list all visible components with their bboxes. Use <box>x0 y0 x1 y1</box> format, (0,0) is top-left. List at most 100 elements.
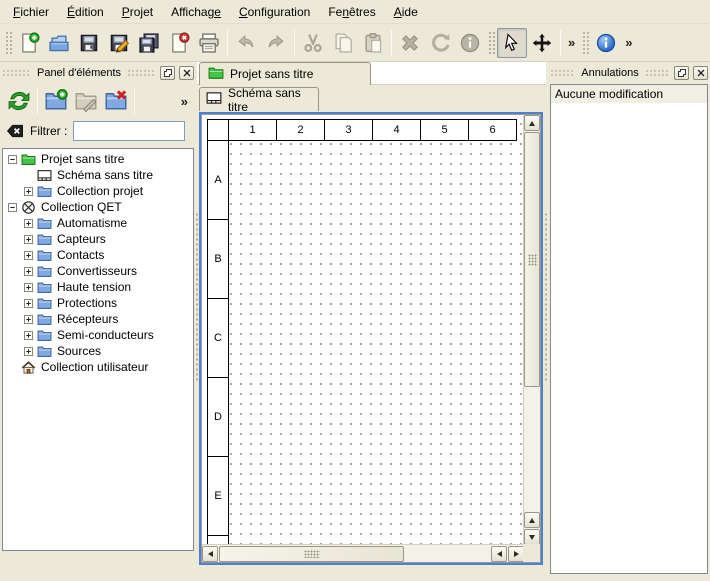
project-folder-icon <box>208 65 224 84</box>
tree-item-recepteurs[interactable]: Récepteurs <box>3 311 193 327</box>
move-button[interactable] <box>527 28 557 58</box>
close-dock-button[interactable] <box>693 66 708 80</box>
cursor-select-button[interactable] <box>497 28 527 58</box>
tree-item-collection-qet[interactable]: Collection QET <box>3 199 193 215</box>
h-scroll-right-button[interactable] <box>508 546 524 562</box>
tree-item-projet-sans-titre[interactable]: Projet sans titre <box>3 151 193 167</box>
tree-expander-plus-icon[interactable] <box>23 218 34 229</box>
info-blue-button[interactable] <box>591 28 621 58</box>
tab-projet-sans-titre[interactable]: Projet sans titre <box>199 62 371 85</box>
h-scroll-left2-button[interactable] <box>491 546 507 562</box>
info-gray-button[interactable] <box>455 28 485 58</box>
tree-expander-plus-icon[interactable] <box>23 330 34 341</box>
reload-button[interactable] <box>4 86 34 116</box>
tree-expander-plus-icon[interactable] <box>23 266 34 277</box>
titlebar-texture <box>127 69 156 77</box>
folder-delete-button[interactable] <box>101 86 131 116</box>
menu-item-affichage[interactable]: Affichage <box>162 2 230 22</box>
tree-item-schema-sans-titre[interactable]: Schéma sans titre <box>3 167 193 183</box>
rotate-button[interactable] <box>425 28 455 58</box>
menu-item-projet[interactable]: Projet <box>113 2 162 22</box>
undo-panel-titlebar[interactable]: Annulations <box>550 64 708 82</box>
toolbar-separator <box>227 30 228 56</box>
tree-item-semi-conducteurs[interactable]: Semi-conducteurs <box>3 327 193 343</box>
copy-button[interactable] <box>328 28 358 58</box>
undo-list-item[interactable]: Aucune modification <box>551 85 707 103</box>
undo-history-list[interactable]: Aucune modification <box>550 84 708 574</box>
toolbar-grip[interactable] <box>487 30 495 56</box>
menu-item-fichier[interactable]: Fichier <box>4 2 58 22</box>
diagram-paper[interactable]: 123456ABCDE <box>202 115 524 545</box>
schema-tab-bar: Schéma sans titre <box>197 85 546 111</box>
cut-button[interactable] <box>298 28 328 58</box>
h-scroll-left-button[interactable] <box>202 546 218 562</box>
undo-icon <box>235 32 257 54</box>
elements-panel-toolbar: » <box>0 82 196 120</box>
tree-item-label: Projet sans titre <box>41 152 124 166</box>
tree-item-automatisme[interactable]: Automatisme <box>3 215 193 231</box>
save-as-button[interactable] <box>104 28 134 58</box>
close-file-button[interactable] <box>164 28 194 58</box>
new-document-button[interactable] <box>14 28 44 58</box>
v-scroll-down-button[interactable] <box>524 529 540 545</box>
elements-panel-title: Panel d'éléments <box>35 67 123 79</box>
tree-item-label: Schéma sans titre <box>57 168 153 182</box>
folder-edit-button[interactable] <box>71 86 101 116</box>
tree-expander-plus-icon[interactable] <box>23 346 34 357</box>
filter-input[interactable] <box>73 121 185 141</box>
menu-item-edition[interactable]: Édition <box>58 2 113 22</box>
v-scroll-up2-button[interactable] <box>524 512 540 528</box>
tree-expander-plus-icon[interactable] <box>23 186 34 197</box>
rotate-icon <box>429 32 451 54</box>
tree-item-capteurs[interactable]: Capteurs <box>3 231 193 247</box>
tree-item-protections[interactable]: Protections <box>3 295 193 311</box>
menu-item-configuration[interactable]: Configuration <box>230 2 319 22</box>
undo-button[interactable] <box>231 28 261 58</box>
tree-item-collection-projet[interactable]: Collection projet <box>3 183 193 199</box>
tree-item-collection-utilisateur[interactable]: Collection utilisateur <box>3 359 193 375</box>
tree-expander-plus-icon[interactable] <box>23 298 34 309</box>
redo-button[interactable] <box>261 28 291 58</box>
float-dock-button[interactable] <box>674 66 689 80</box>
info-overflow-chevron-icon[interactable]: » <box>621 35 636 50</box>
toolbar-grip[interactable] <box>581 30 589 56</box>
tree-expander-plus-icon[interactable] <box>23 250 34 261</box>
filter-row: Filtrer : <box>0 120 196 146</box>
tree-item-contacts[interactable]: Contacts <box>3 247 193 263</box>
save-all-button[interactable] <box>134 28 164 58</box>
paste-icon <box>362 32 384 54</box>
tree-item-sources[interactable]: Sources <box>3 343 193 359</box>
project-tab-bar: Projet sans titre <box>197 62 546 85</box>
tree-expander-minus-icon[interactable] <box>7 154 18 165</box>
vertical-scrollbar[interactable] <box>523 115 540 546</box>
folder-blue-icon <box>37 312 52 327</box>
menu-item-aide[interactable]: Aide <box>385 2 427 22</box>
elements-panel-titlebar[interactable]: Panel d'éléments <box>2 64 194 82</box>
tree-expander-plus-icon[interactable] <box>23 314 34 325</box>
tree-item-convertisseurs[interactable]: Convertisseurs <box>3 263 193 279</box>
diagram-canvas[interactable]: 123456ABCDE <box>201 114 541 563</box>
tools-overflow-chevron-icon[interactable]: » <box>564 35 579 50</box>
delete-button[interactable] <box>395 28 425 58</box>
horizontal-scrollbar[interactable] <box>202 544 525 562</box>
print-button[interactable] <box>194 28 224 58</box>
paste-button[interactable] <box>358 28 388 58</box>
v-scroll-thumb[interactable] <box>524 132 540 387</box>
tree-expander-plus-icon[interactable] <box>23 282 34 293</box>
folder-new-button[interactable] <box>41 86 71 116</box>
toolbar-grip[interactable] <box>4 30 12 56</box>
float-dock-button[interactable] <box>160 66 175 80</box>
h-scroll-thumb[interactable] <box>219 546 404 562</box>
tree-expander-plus-icon[interactable] <box>23 234 34 245</box>
tree-item-label: Collection utilisateur <box>41 360 148 374</box>
clear-filter-button[interactable] <box>6 122 24 140</box>
open-document-button[interactable] <box>44 28 74 58</box>
v-scroll-up-button[interactable] <box>524 115 540 131</box>
save-button[interactable] <box>74 28 104 58</box>
close-dock-button[interactable] <box>179 66 194 80</box>
panel-overflow-chevron-icon[interactable]: » <box>177 94 192 109</box>
tree-expander-minus-icon[interactable] <box>7 202 18 213</box>
menu-item-fenetres[interactable]: Fenêtres <box>319 2 384 22</box>
tree-item-haute-tension[interactable]: Haute tension <box>3 279 193 295</box>
tab-schema-sans-titre[interactable]: Schéma sans titre <box>199 87 319 111</box>
